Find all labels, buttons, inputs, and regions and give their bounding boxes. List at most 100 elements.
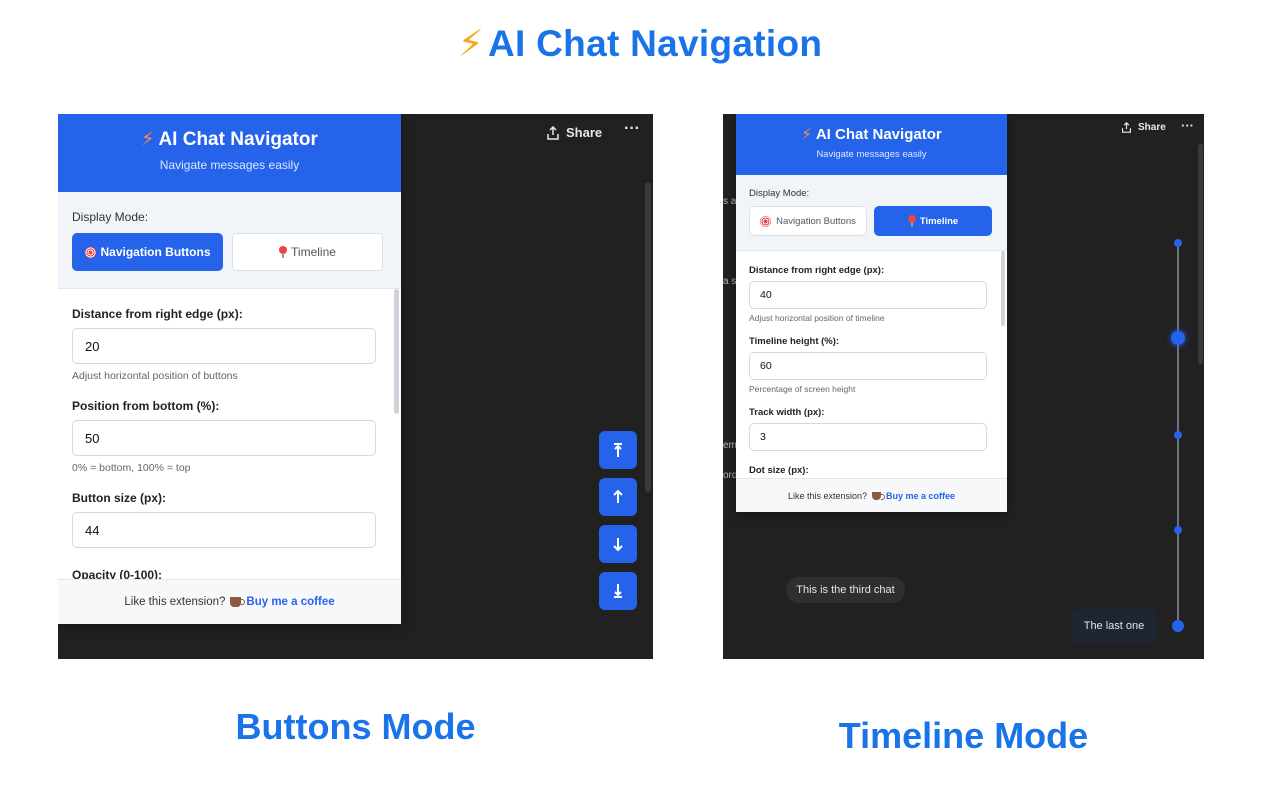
page-scrollbar[interactable] (645, 182, 651, 492)
share-button[interactable]: Share (546, 125, 602, 140)
share-label: Share (1138, 122, 1166, 133)
timeline-mode-button[interactable]: Timeline (874, 206, 992, 236)
extension-panel: ⚡ AI Chat Navigator Navigate messages eas… (736, 114, 1007, 512)
display-mode-label: Display Mode: (72, 210, 149, 224)
chat-fragment: em (723, 440, 737, 451)
page-title: ⚡ AI Chat Navigation (0, 22, 1280, 65)
button-size-input[interactable]: 44 (72, 512, 376, 548)
pin-icon (279, 246, 288, 258)
field-button-size: Button size (px): 44 (72, 491, 376, 548)
timeline-dot[interactable] (1172, 620, 1184, 632)
buttons-mode-caption: Buttons Mode (235, 706, 476, 747)
buttons-mode-screenshot: Share ··· ⚡ AI Chat Navigator Navigate me… (58, 114, 653, 659)
right-distance-input[interactable]: 40 (749, 281, 987, 309)
field-label: Dot size (px): (749, 465, 809, 476)
more-icon: ··· (624, 120, 640, 137)
footer-text: Like this extension? (124, 596, 226, 608)
panel-footer: Like this extension? Buy me a coffee (58, 579, 401, 624)
more-options-button[interactable]: ··· (624, 120, 640, 138)
navigation-buttons-mode-button[interactable]: Navigation Buttons (72, 233, 223, 271)
target-icon (84, 246, 96, 258)
display-mode-section: Display Mode: Navigation Buttons Timelin… (58, 192, 401, 288)
panel-footer: Like this extension? Buy me a coffee (736, 478, 1007, 512)
share-icon (546, 125, 560, 140)
settings-section: Distance from right edge (px): 20 Adjust… (58, 288, 401, 579)
field-right-distance: Distance from right edge (px): 20 Adjust… (72, 307, 376, 382)
page-scrollbar[interactable] (1198, 144, 1203, 364)
chat-message[interactable]: This is the third chat (786, 577, 905, 603)
panel-header: ⚡ AI Chat Navigator Navigate messages eas… (736, 114, 1007, 175)
field-label: Distance from right edge (px): (749, 265, 885, 276)
panel-scrollbar[interactable] (394, 289, 399, 414)
timeline-dot[interactable] (1174, 239, 1182, 247)
field-track-width: Track width (px): 3 (749, 407, 987, 451)
timeline-height-input[interactable]: 60 (749, 352, 987, 380)
chat-fragment: s a (723, 196, 737, 207)
field-label: Timeline height (%): (749, 336, 840, 347)
buy-coffee-link[interactable]: Buy me a coffee (886, 491, 955, 501)
settings-section: Distance from right edge (px): 40 Adjust… (736, 250, 1007, 478)
display-mode-section: Display Mode: Navigation Buttons Timelin… (736, 175, 1007, 250)
panel-title-text: AI Chat Navigator (815, 126, 942, 143)
timeline-dot[interactable] (1174, 526, 1182, 534)
more-icon: ··· (1181, 118, 1194, 133)
target-icon (760, 215, 772, 227)
share-button[interactable]: Share (1121, 121, 1166, 133)
field-right-distance: Distance from right edge (px): 40 Adjust… (749, 265, 987, 323)
mode-nav-label: Navigation Buttons (776, 215, 856, 227)
field-hint: 0% = bottom, 100% = top (72, 462, 191, 474)
panel-title: ⚡ AI Chat Navigator (58, 128, 401, 151)
jump-bottom-icon (614, 584, 622, 598)
field-label: Position from bottom (%): (72, 399, 220, 413)
navigation-buttons-mode-button[interactable]: Navigation Buttons (749, 206, 867, 236)
more-options-button[interactable]: ··· (1181, 118, 1194, 133)
panel-title: ⚡ AI Chat Navigator (736, 125, 1007, 143)
coffee-icon (872, 491, 886, 500)
display-mode-label: Display Mode: (749, 188, 810, 199)
panel-scrollbar[interactable] (1001, 251, 1005, 326)
timeline-tooltip: The last one (1072, 609, 1156, 643)
page-title-text: AI Chat Navigation (487, 23, 823, 64)
panel-subtitle: Navigate messages easily (159, 158, 300, 172)
footer-text: Like this extension? (787, 490, 868, 501)
buy-coffee-link[interactable]: Buy me a coffee (246, 596, 334, 608)
scroll-down-button[interactable] (599, 525, 637, 563)
timeline-dot-active[interactable] (1171, 331, 1185, 345)
panel-header: ⚡ AI Chat Navigator Navigate messages eas… (58, 114, 401, 192)
field-hint: Adjust horizontal position of buttons (72, 370, 238, 382)
field-hint: Percentage of screen height (749, 384, 856, 394)
jump-top-button[interactable] (599, 431, 637, 469)
right-distance-input[interactable]: 20 (72, 328, 376, 364)
mode-timeline-label: Timeline (919, 215, 959, 227)
timeline-mode-button[interactable]: Timeline (232, 233, 383, 271)
timeline-mode-caption: Timeline Mode (838, 715, 1089, 756)
field-hint: Adjust horizontal position of timeline (749, 313, 885, 323)
chat-fragment: a s (723, 276, 737, 287)
track-width-input[interactable]: 3 (749, 423, 987, 451)
timeline-mode-screenshot: Share ··· s a a s em ord ⚡ AI Chat Naviga… (723, 114, 1204, 659)
lightning-bolt-icon: ⚡ (801, 126, 812, 143)
field-dot-size: Dot size (px): (749, 465, 987, 476)
jump-bottom-button[interactable] (599, 572, 637, 610)
extension-panel: ⚡ AI Chat Navigator Navigate messages eas… (58, 114, 401, 624)
field-label: Distance from right edge (px): (72, 307, 243, 321)
field-label: Opacity (0-100): (72, 568, 163, 579)
bottom-position-input[interactable]: 50 (72, 420, 376, 456)
scroll-up-button[interactable] (599, 478, 637, 516)
page: ⚡ AI Chat Navigation Share ··· ⚡ AI Chat N… (0, 0, 1280, 800)
timeline-dot[interactable] (1174, 431, 1182, 439)
arrow-down-icon (613, 538, 623, 552)
field-opacity: Opacity (0-100): (72, 568, 376, 579)
lightning-bolt-icon: ⚡ (457, 23, 484, 64)
pin-icon (907, 215, 916, 227)
mode-nav-label: Navigation Buttons (100, 245, 211, 259)
field-timeline-height: Timeline height (%): 60 Percentage of sc… (749, 336, 987, 394)
jump-top-icon (614, 443, 622, 457)
field-bottom-position: Position from bottom (%): 50 0% = bottom… (72, 399, 376, 474)
mode-buttons: Navigation Buttons Timeline (749, 206, 994, 236)
mode-buttons: Navigation Buttons Timeline (72, 233, 387, 271)
share-label: Share (566, 125, 603, 140)
mode-timeline-label: Timeline (291, 245, 336, 259)
field-label: Track width (px): (749, 407, 825, 418)
panel-subtitle: Navigate messages easily (816, 149, 927, 160)
